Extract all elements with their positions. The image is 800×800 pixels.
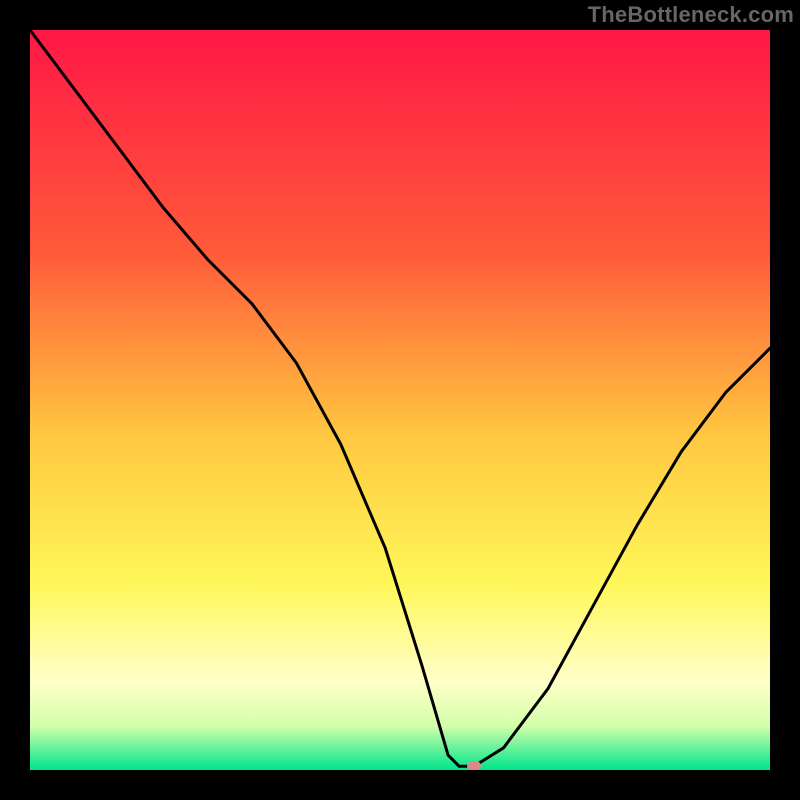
chart-frame: TheBottleneck.com (0, 0, 800, 800)
watermark-text: TheBottleneck.com (588, 2, 794, 28)
bottleneck-curve-path (30, 30, 770, 766)
optimum-marker (467, 761, 481, 770)
curve-layer (30, 30, 770, 770)
plot-area (30, 30, 770, 770)
